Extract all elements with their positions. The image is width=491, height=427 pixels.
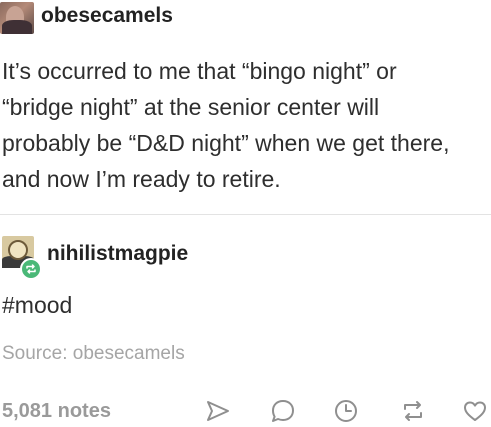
source-link[interactable]: Source: obesecamels	[2, 343, 185, 365]
body-line: and now I’m ready to retire.	[2, 166, 281, 192]
reblog-icon[interactable]	[400, 398, 426, 424]
body-line: probably be “D&D night” when we get ther…	[2, 130, 450, 156]
share-icon[interactable]	[205, 398, 231, 424]
avatar-bird-shape	[8, 240, 28, 260]
avatar-body-shape	[2, 20, 32, 34]
reblog-comment: #mood	[2, 292, 73, 318]
reblog-badge-icon	[20, 258, 42, 280]
body-line: “bridge night” at the senior center will	[2, 94, 380, 120]
heart-icon[interactable]	[462, 398, 488, 424]
reply-icon[interactable]	[270, 398, 296, 424]
clock-icon[interactable]	[333, 398, 359, 424]
avatar[interactable]	[0, 2, 34, 34]
reblog-arrows-icon	[26, 264, 36, 274]
original-poster-username[interactable]: obesecamels	[41, 4, 173, 28]
body-line: It’s occurred to me that “bingo night” o…	[2, 58, 397, 84]
notes-count[interactable]: 5,081 notes	[2, 400, 111, 423]
reblog-divider	[0, 214, 491, 215]
original-post-body: It’s occurred to me that “bingo night” o…	[2, 53, 484, 197]
reblogger-username[interactable]: nihilistmagpie	[47, 242, 188, 266]
